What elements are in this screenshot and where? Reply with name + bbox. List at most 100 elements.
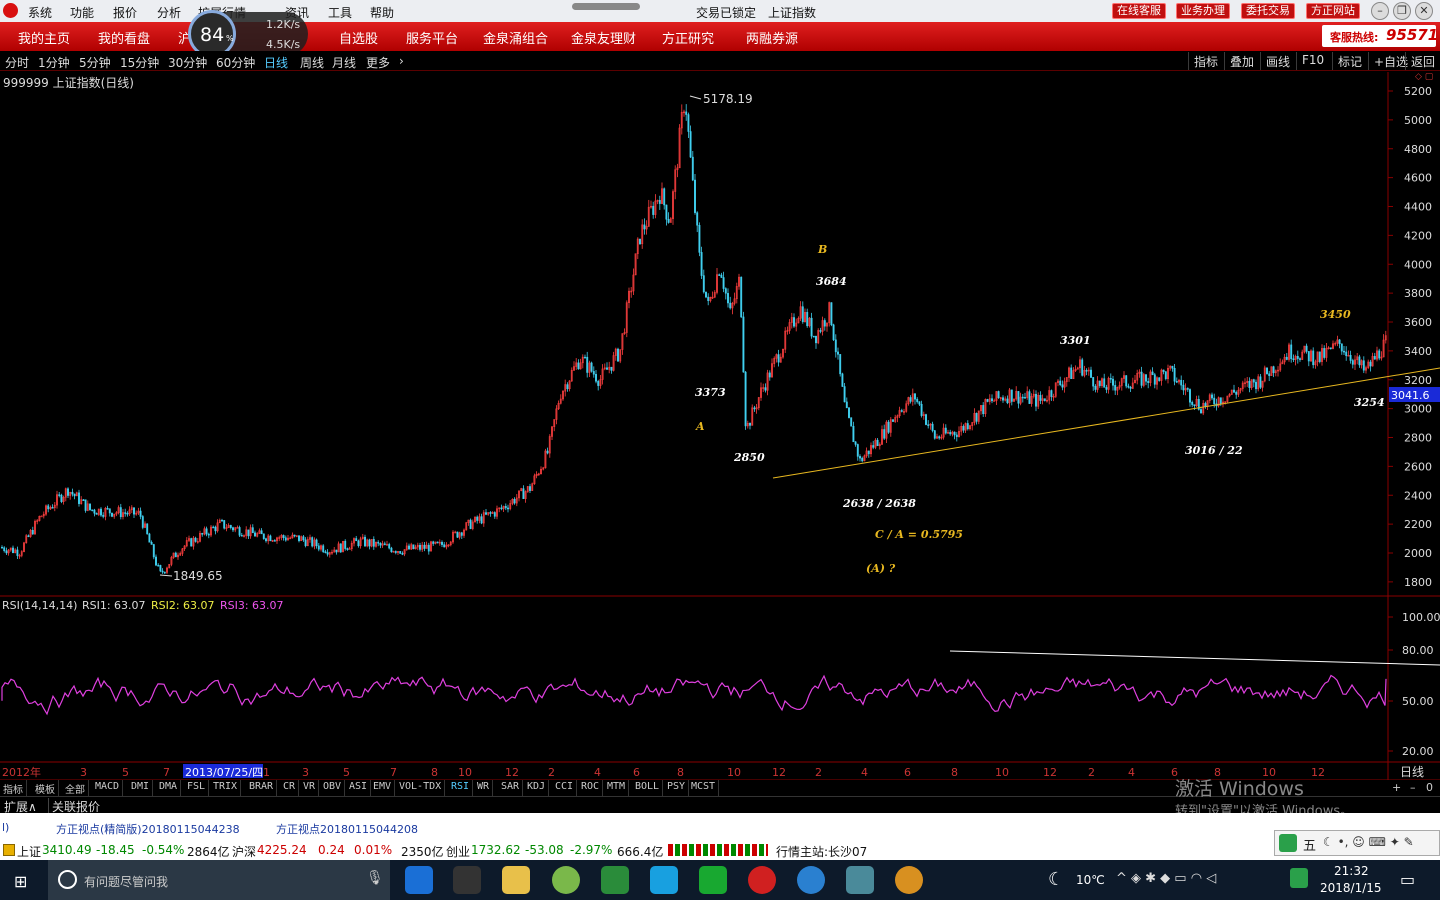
minimize-icon[interactable]: –: [1371, 2, 1389, 20]
menu-tools[interactable]: 工具: [328, 4, 352, 21]
notification-icon[interactable]: ▭: [1400, 870, 1415, 889]
business-button[interactable]: 业务办理: [1176, 3, 1230, 19]
menu-quote[interactable]: 报价: [113, 4, 137, 21]
app-circle-icon[interactable]: [552, 866, 580, 894]
indicator-tab[interactable]: CCI: [552, 780, 578, 796]
indicator-tab[interactable]: DMI: [128, 780, 154, 796]
clock-time[interactable]: 21:32: [1334, 864, 1369, 878]
indicator-tab[interactable]: PSY: [664, 780, 690, 796]
indicator-tab[interactable]: 模板: [32, 780, 59, 796]
close-icon[interactable]: ✕: [1415, 2, 1433, 20]
indicator-tab[interactable]: BRAR: [246, 780, 278, 796]
nav-services[interactable]: 服务平台: [406, 28, 458, 47]
indicator-tab[interactable]: CR: [280, 780, 300, 796]
microphone-icon[interactable]: 🎙: [366, 870, 384, 886]
period-month[interactable]: 月线: [332, 54, 356, 71]
indicator-tab[interactable]: FSL: [184, 780, 210, 796]
tool-draw[interactable]: 画线: [1260, 52, 1295, 70]
hs-label[interactable]: 沪深: [232, 843, 256, 860]
nav-finance[interactable]: 金泉友理财: [571, 28, 636, 47]
app-globe-icon[interactable]: [895, 866, 923, 894]
indicator-tab[interactable]: DMA: [156, 780, 182, 796]
indicator-tab[interactable]: KDJ: [524, 780, 550, 796]
tool-overlay[interactable]: 叠加: [1224, 52, 1259, 70]
scroll-slider[interactable]: [572, 3, 640, 10]
nav-home[interactable]: 我的主页: [18, 28, 70, 47]
menu-function[interactable]: 功能: [70, 4, 94, 21]
windows-start-icon[interactable]: ⊞: [14, 872, 27, 891]
chevron-right-icon[interactable]: ›: [399, 54, 404, 68]
menu-help[interactable]: 帮助: [370, 4, 394, 21]
ime-tools-icon[interactable]: ☾ •, ☺ ⌨ ✦ ✎: [1323, 835, 1414, 849]
online-service-button[interactable]: 在线客服: [1112, 3, 1166, 19]
indicator-tab[interactable]: ASI: [346, 780, 372, 796]
indicator-tab[interactable]: RSI: [448, 780, 474, 796]
indicator-tab[interactable]: EMV: [370, 780, 396, 796]
candle-body: [148, 533, 151, 543]
tool-f10[interactable]: F10: [1296, 52, 1329, 70]
indicator-tab[interactable]: MTM: [604, 780, 630, 796]
ime-logo-icon[interactable]: [1279, 834, 1297, 852]
edge-icon[interactable]: [405, 866, 433, 894]
app-chart-icon[interactable]: [846, 866, 874, 894]
ime-mode[interactable]: 五: [1303, 835, 1316, 854]
ie-icon[interactable]: [797, 866, 825, 894]
menu-analysis[interactable]: 分析: [157, 4, 181, 21]
sh-label[interactable]: 上证: [17, 843, 41, 860]
cortana-search-box[interactable]: 有问题尽管问我 🎙: [48, 860, 390, 900]
menu-system[interactable]: 系统: [28, 4, 52, 21]
period-30m[interactable]: 30分钟: [168, 54, 207, 71]
indicator-tab[interactable]: TRIX: [210, 780, 242, 796]
indicator-tab[interactable]: MACD: [92, 780, 124, 796]
nav-portfolio[interactable]: 金泉涌组合: [483, 28, 548, 47]
candle-body: [1255, 381, 1257, 390]
iqiyi-icon[interactable]: [699, 866, 727, 894]
news-item[interactable]: 方正视点(精简版)20180115044238: [56, 821, 240, 837]
tool-indicator[interactable]: 指标: [1188, 52, 1223, 70]
period-day[interactable]: 日线: [264, 54, 288, 71]
period-1m[interactable]: 1分钟: [38, 54, 70, 71]
indicator-tab[interactable]: 指标: [0, 780, 27, 796]
zero-indicator[interactable]: 0: [1426, 781, 1433, 794]
indicator-tab[interactable]: ROC: [578, 780, 604, 796]
tool-back[interactable]: 返回: [1405, 52, 1440, 70]
candle-body: [201, 533, 204, 535]
nav-research[interactable]: 方正研究: [662, 28, 714, 47]
nav-favorites[interactable]: 自选股: [339, 28, 378, 47]
period-week[interactable]: 周线: [300, 54, 324, 71]
app-red-icon[interactable]: [748, 866, 776, 894]
period-tick[interactable]: 分时: [5, 54, 29, 71]
hotline-box: 客服热线: 95571: [1322, 25, 1438, 47]
store-icon[interactable]: [453, 866, 481, 894]
ime-icon[interactable]: [1290, 868, 1308, 888]
period-more[interactable]: 更多: [366, 54, 390, 71]
website-button[interactable]: 方正网站: [1306, 3, 1360, 19]
minus-icon[interactable]: –: [1410, 781, 1416, 794]
period-15m[interactable]: 15分钟: [120, 54, 159, 71]
cy-label[interactable]: 创业: [446, 843, 470, 860]
indicator-tab[interactable]: OBV: [320, 780, 346, 796]
clock-date[interactable]: 2018/1/15: [1320, 881, 1382, 895]
video-player-icon[interactable]: [650, 866, 678, 894]
indicator-tab[interactable]: MCST: [688, 780, 720, 796]
indicator-tab[interactable]: 全部: [62, 780, 89, 796]
nav-watch[interactable]: 我的看盘: [98, 28, 150, 47]
period-60m[interactable]: 60分钟: [216, 54, 255, 71]
indicator-tab[interactable]: BOLL: [632, 780, 664, 796]
indicator-tab[interactable]: VOL-TDX: [396, 780, 446, 796]
explorer-icon[interactable]: [502, 866, 530, 894]
plus-icon[interactable]: +: [1392, 781, 1401, 794]
indicator-tab[interactable]: VR: [300, 780, 320, 796]
diamond-icon[interactable]: ◇ ▢: [1415, 72, 1433, 82]
nav-margin[interactable]: 两融券源: [746, 28, 798, 47]
kline-chart[interactable]: 999999 上证指数(日线) 520050004800460044004200…: [0, 72, 1440, 780]
app-green-icon[interactable]: [601, 866, 629, 894]
indicator-tab[interactable]: WR: [474, 780, 494, 796]
tray-icons[interactable]: ^ ◈ ✱ ◆ ▭ ◠ ◁: [1116, 871, 1216, 886]
period-5m[interactable]: 5分钟: [79, 54, 111, 71]
news-item[interactable]: 方正视点20180115044208: [276, 821, 418, 837]
tool-mark[interactable]: 标记: [1332, 52, 1367, 70]
trade-button[interactable]: 委托交易: [1241, 3, 1295, 19]
restore-icon[interactable]: ❐: [1393, 2, 1411, 20]
indicator-tab[interactable]: SAR: [498, 780, 524, 796]
